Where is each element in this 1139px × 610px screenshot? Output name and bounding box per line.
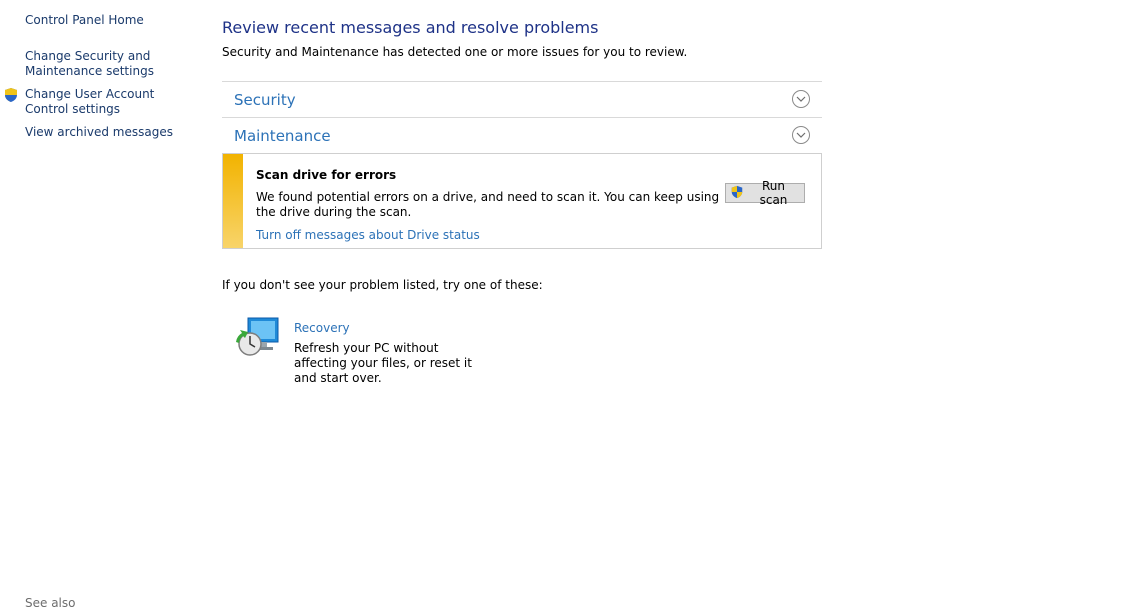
- security-section-header[interactable]: Security: [222, 81, 822, 117]
- recovery-description: Refresh your PC without affecting your f…: [294, 341, 472, 385]
- alert-severity-stripe: [223, 154, 243, 248]
- page-description: Security and Maintenance has detected on…: [222, 45, 688, 59]
- view-archived-messages-link[interactable]: View archived messages: [25, 125, 195, 140]
- page-title: Review recent messages and resolve probl…: [222, 18, 599, 37]
- recovery-icon[interactable]: [234, 316, 282, 360]
- try-these-text: If you don't see your problem listed, tr…: [222, 278, 543, 292]
- maintenance-section-title: Maintenance: [234, 127, 331, 145]
- maintenance-section-header[interactable]: Maintenance: [222, 117, 822, 153]
- uac-shield-icon: [3, 87, 19, 103]
- control-panel-home-link[interactable]: Control Panel Home: [25, 13, 195, 28]
- alert-text: We found potential errors on a drive, an…: [256, 190, 720, 219]
- chevron-down-icon[interactable]: [792, 126, 810, 144]
- recovery-link[interactable]: Recovery: [294, 321, 350, 335]
- run-scan-label: Run scan: [759, 179, 788, 207]
- scan-drive-alert: Scan drive for errors We found potential…: [222, 153, 822, 249]
- turn-off-messages-link[interactable]: Turn off messages about Drive status: [256, 228, 480, 242]
- alert-title: Scan drive for errors: [256, 168, 397, 182]
- chevron-down-icon[interactable]: [792, 90, 810, 108]
- security-section-title: Security: [234, 91, 296, 109]
- run-scan-button[interactable]: Run scan: [725, 179, 805, 207]
- uac-shield-icon: [730, 185, 744, 202]
- left-sidebar: Control Panel Home Change Security and M…: [0, 0, 205, 610]
- change-security-settings-link[interactable]: Change Security and Maintenance settings: [25, 49, 195, 79]
- change-uac-settings-link[interactable]: Change User Account Control settings: [25, 87, 195, 117]
